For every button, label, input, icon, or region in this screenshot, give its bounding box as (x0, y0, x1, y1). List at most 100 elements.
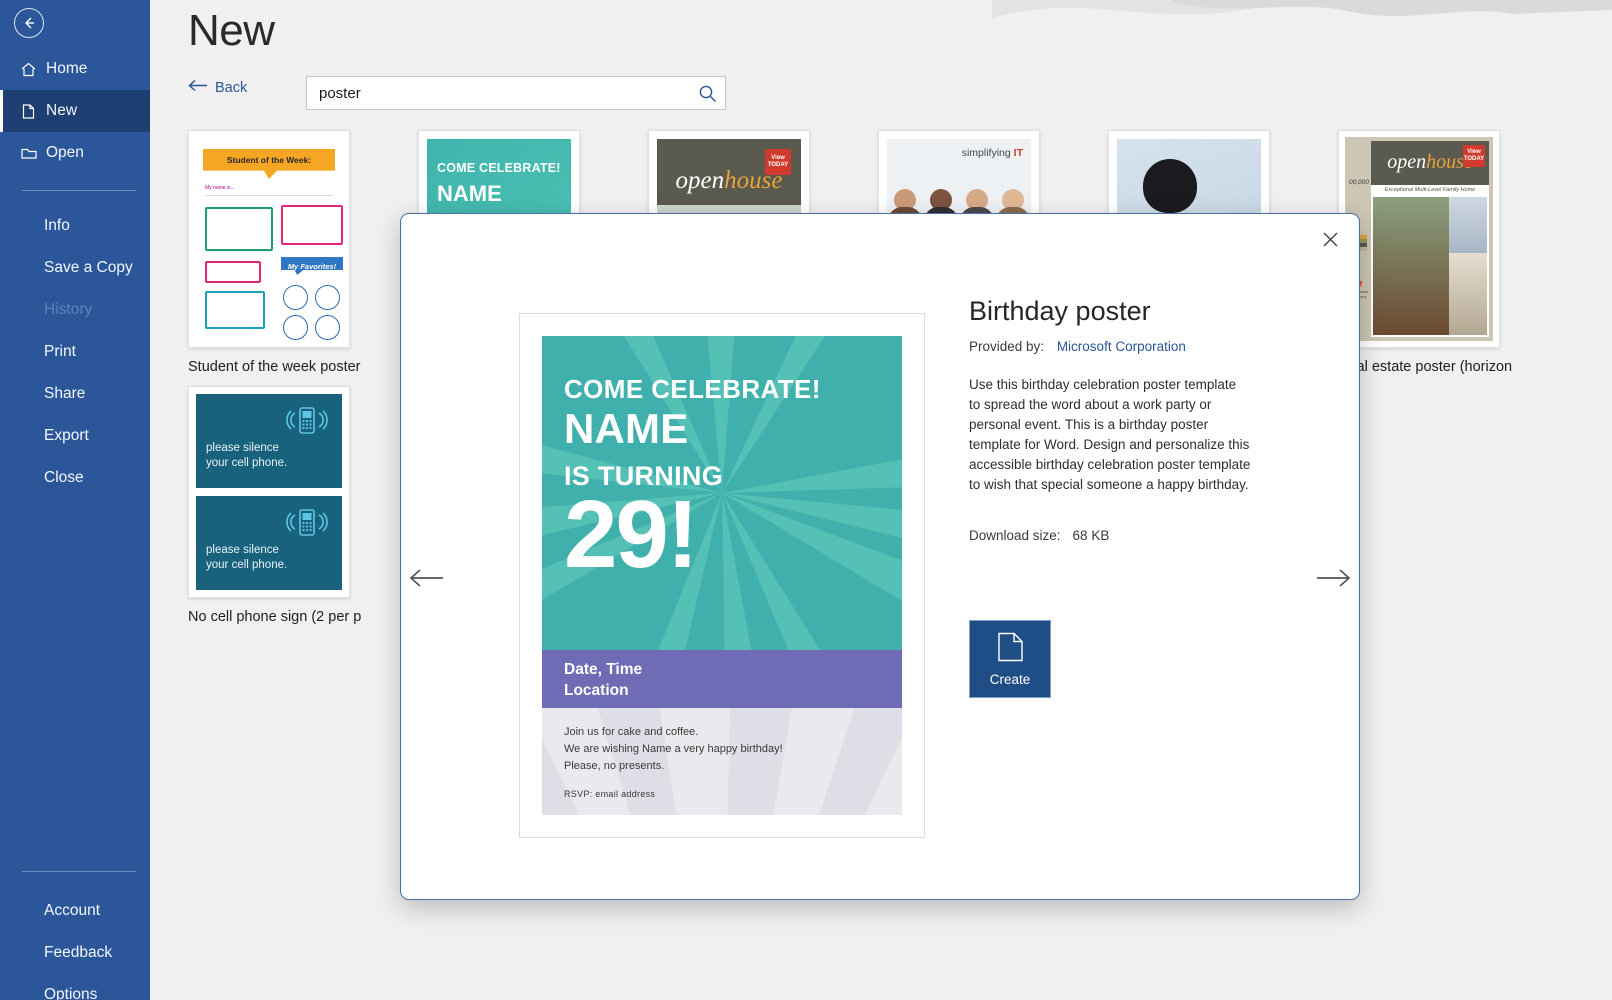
sidebar-item-print[interactable]: Print (0, 331, 150, 373)
sidebar-item-export[interactable]: Export (0, 415, 150, 457)
template-detail-panel: Birthday poster Provided by: Microsoft C… (969, 296, 1309, 698)
poster-details-band: Date, Time Location (542, 649, 902, 709)
back-button[interactable]: Back (188, 79, 247, 96)
template-tile-real-estate[interactable]: 00,000 🍁 Real Estate Company openhouse (1338, 130, 1512, 375)
search-bar: Back (188, 76, 728, 110)
provided-by-row: Provided by: Microsoft Corporation (969, 339, 1309, 354)
badge-bottom-text: TODAY (767, 162, 789, 168)
poster-location-line: Location (564, 681, 629, 699)
sidebar-item-label: Print (44, 343, 76, 360)
previous-template-button[interactable] (405, 560, 449, 596)
sidebar-item-label: Close (44, 469, 84, 486)
real-estate-stairs-photo (1449, 252, 1487, 335)
template-thumbnail[interactable]: Student of the Week: My name is... My Fa… (188, 130, 350, 348)
student-week-rule (205, 195, 333, 196)
sidebar-item-label: Options (44, 986, 98, 1000)
new-document-icon (20, 103, 46, 120)
student-week-artwork: Student of the Week: My name is... My Fa… (197, 139, 343, 340)
sidebar-item-save-a-copy[interactable]: Save a Copy (0, 247, 150, 289)
student-week-favorites-banner: My Favorites! (281, 257, 343, 275)
template-tile-label: No cell phone sign (2 per p... (188, 609, 362, 625)
next-template-button[interactable] (1311, 560, 1355, 596)
left-arrow-icon (188, 79, 208, 96)
backstage-sidebar: Home New Open Info Save a Copy History P… (0, 0, 150, 1000)
poster-body-line2: We are wishing Name a very happy birthda… (564, 743, 783, 756)
badge-top-text: View (771, 155, 785, 162)
person-silhouette (1142, 159, 1197, 213)
poster-date-line: Date, Time (564, 660, 643, 678)
sidebar-item-label: Save a Copy (44, 259, 133, 276)
sidebar-item-open[interactable]: Open (0, 132, 150, 174)
open-folder-icon (20, 145, 46, 162)
simplifying-it-text-b: IT (1013, 147, 1023, 159)
search-icon[interactable] (689, 77, 725, 109)
sidebar-item-share[interactable]: Share (0, 373, 150, 415)
cell-phone-text: please silence your cell phone. (206, 441, 287, 470)
real-estate-main-panel: openhouse View TODAY Exceptional Multi-L… (1371, 141, 1489, 337)
cell-phone-line1: please silence (206, 442, 279, 455)
sidebar-divider-top (22, 190, 136, 191)
sidebar-item-options[interactable]: Options (0, 974, 150, 1000)
student-week-circle (283, 285, 308, 310)
cell-phone-artwork: please silence your cell phone. please s… (196, 394, 342, 590)
page-title: New (188, 6, 275, 55)
openhouse-word-a: open (675, 167, 725, 194)
provided-by-label: Provided by: (969, 339, 1045, 354)
sidebar-item-account[interactable]: Account (0, 890, 150, 932)
view-today-badge: View TODAY (765, 149, 791, 175)
birthday-thumb-headline: COME CELEBRATE! (437, 161, 561, 175)
sidebar-item-label: Home (46, 60, 88, 77)
template-thumbnail[interactable]: please silence your cell phone. please s… (188, 386, 350, 598)
template-tile-cell-phone[interactable]: please silence your cell phone. please s… (188, 386, 362, 625)
poster-body-line3: Please, no presents. (564, 760, 665, 773)
openhouse-header: openhouse View TODAY (1371, 141, 1489, 185)
decorative-background-swoosh (992, 0, 1612, 18)
cell-phone-panel: please silence your cell phone. (196, 394, 342, 488)
home-icon (20, 61, 46, 78)
student-week-circle (315, 315, 340, 340)
student-week-card (205, 207, 273, 251)
sidebar-item-label: Feedback (44, 944, 113, 961)
sidebar-item-label: Open (46, 144, 84, 161)
sidebar-item-label: New (46, 102, 78, 119)
poster-rsvp: RSVP: email address (564, 789, 656, 799)
template-tile-student-week[interactable]: Student of the Week: My name is... My Fa… (188, 130, 362, 375)
new-document-icon (997, 632, 1024, 665)
student-week-intro-text: My name is... (205, 185, 235, 191)
student-week-circle (283, 315, 308, 340)
poster-age: 29! (564, 480, 699, 588)
search-box[interactable] (306, 76, 726, 110)
template-preview-dialog: COME CELEBRATE! NAME IS TURNING 29! Date… (400, 213, 1360, 900)
template-preview-frame: COME CELEBRATE! NAME IS TURNING 29! Date… (519, 313, 925, 838)
simplifying-it-wordmark: simplifying IT (962, 147, 1023, 159)
download-size-label: Download size: (969, 527, 1061, 543)
student-week-banner: Student of the Week: (203, 149, 335, 179)
silence-phone-icon (284, 404, 330, 443)
simplifying-it-text-a: simplifying (961, 147, 1014, 159)
create-button[interactable]: Create (969, 620, 1051, 698)
poster-headline: COME CELEBRATE! (564, 373, 821, 404)
back-arrow-circle-icon[interactable] (14, 8, 44, 38)
sidebar-item-info[interactable]: Info (0, 205, 150, 247)
cell-phone-line2: your cell phone. (206, 558, 288, 571)
badge-bottom-text: TODAY (1463, 156, 1485, 162)
sidebar-item-feedback[interactable]: Feedback (0, 932, 150, 974)
poster-bottom-section: Join us for cake and coffee. We are wish… (542, 708, 902, 815)
template-tile-label: Real estate poster (horizont... (1338, 359, 1512, 375)
poster-name: NAME (564, 405, 689, 453)
sidebar-item-label: Share (44, 385, 86, 402)
close-icon[interactable] (1315, 224, 1345, 254)
template-thumbnail[interactable]: 00,000 🍁 Real Estate Company openhouse (1338, 130, 1500, 348)
real-estate-price: 00,000 (1349, 179, 1369, 186)
cell-phone-line2: your cell phone. (206, 456, 288, 469)
provider-link[interactable]: Microsoft Corporation (1057, 339, 1186, 354)
download-size-row: Download size: 68 KB (969, 528, 1309, 543)
template-tile-label: Student of the week poster (188, 359, 361, 375)
sidebar-item-new[interactable]: New (0, 90, 150, 132)
search-input[interactable] (307, 77, 689, 109)
badge-top-text: View (1467, 149, 1481, 156)
silence-phone-icon (284, 506, 330, 545)
poster-top-section: COME CELEBRATE! NAME IS TURNING 29! (542, 336, 902, 650)
sidebar-item-home[interactable]: Home (0, 48, 150, 90)
sidebar-item-close[interactable]: Close (0, 457, 150, 499)
